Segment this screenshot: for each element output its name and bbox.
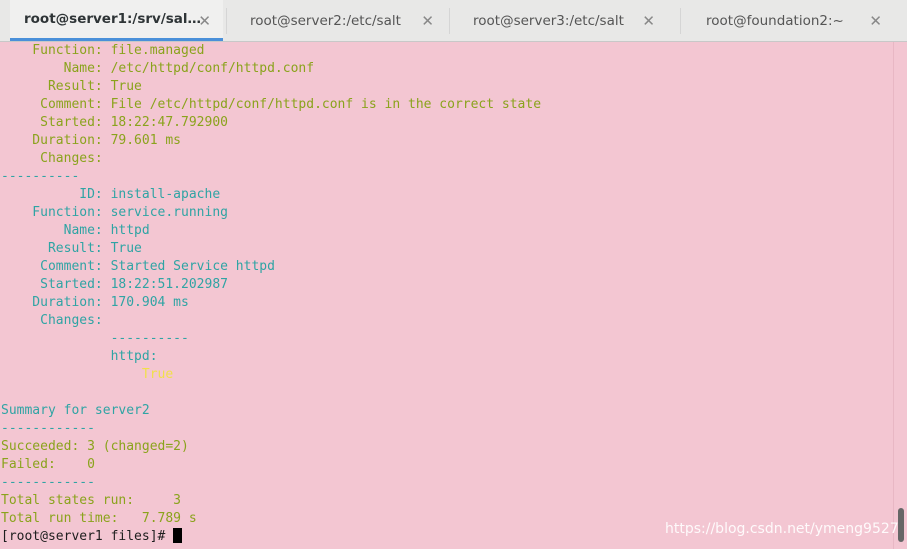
output-line: Name: /etc/httpd/conf/httpd.conf bbox=[1, 61, 315, 76]
close-icon[interactable]: ✕ bbox=[869, 12, 882, 30]
tab-title: root@server3:/etc/salt bbox=[473, 12, 624, 29]
output-line: Changes: bbox=[1, 313, 127, 328]
tab-separator bbox=[449, 8, 450, 34]
tab-title: root@foundation2:~ bbox=[706, 12, 844, 29]
tab-title: root@server2:/etc/salt bbox=[250, 12, 401, 29]
output-line: ---------- bbox=[1, 331, 189, 346]
text-cursor bbox=[173, 528, 183, 543]
output-line: Succeeded: 3 (changed=2) bbox=[1, 439, 189, 454]
tab-separator bbox=[680, 8, 681, 34]
output-line: Total states run: 3 bbox=[1, 493, 182, 508]
output-line: Started: 18:22:47.792900 bbox=[1, 115, 228, 130]
shell-prompt[interactable]: [root@server1 files]# bbox=[1, 528, 183, 546]
tab-server2[interactable]: root@server2:/etc/salt ✕ bbox=[236, 0, 446, 41]
tab-server3[interactable]: root@server3:/etc/salt ✕ bbox=[459, 0, 667, 41]
output-line: Duration: 170.904 ms bbox=[1, 295, 189, 310]
output-line: Comment: Started Service httpd bbox=[1, 259, 275, 274]
output-line: ------------ bbox=[1, 475, 95, 490]
output-line: Changes: bbox=[1, 151, 127, 166]
tab-foundation2[interactable]: root@foundation2:~ ✕ bbox=[692, 0, 894, 41]
output-line: Result: True bbox=[1, 79, 142, 94]
close-icon[interactable]: ✕ bbox=[421, 12, 434, 30]
close-icon[interactable]: ✕ bbox=[198, 12, 211, 30]
output-line: httpd: bbox=[1, 349, 158, 364]
output-line: Total run time: 7.789 s bbox=[1, 511, 197, 526]
output-line: Function: service.running bbox=[1, 205, 228, 220]
output-line: Failed: 0 bbox=[1, 457, 95, 472]
close-icon[interactable]: ✕ bbox=[642, 12, 655, 30]
output-line: Started: 18:22:51.202987 bbox=[1, 277, 228, 292]
prompt-text: [root@server1 files]# bbox=[1, 529, 174, 544]
terminal-output[interactable]: Function: file.managed Name: /etc/httpd/… bbox=[0, 42, 893, 549]
output-line: Duration: 79.601 ms bbox=[1, 133, 182, 148]
tab-separator bbox=[226, 8, 227, 34]
output-line: Function: file.managed bbox=[1, 43, 205, 58]
vertical-scrollbar[interactable] bbox=[893, 42, 907, 549]
scrollbar-thumb[interactable] bbox=[898, 508, 904, 542]
tab-server1[interactable]: root@server1:/srv/sal… ✕ bbox=[10, 0, 223, 41]
output-line: ---------- bbox=[1, 169, 80, 184]
output-line: Comment: File /etc/httpd/conf/httpd.conf… bbox=[1, 97, 542, 112]
tab-bar: root@server1:/srv/sal… ✕ root@server2:/e… bbox=[0, 0, 907, 42]
output-line: True bbox=[1, 367, 174, 382]
output-line: ID: install-apache bbox=[1, 187, 221, 202]
output-line: Name: httpd bbox=[1, 223, 150, 238]
output-line: Result: True bbox=[1, 241, 142, 256]
output-line: ------------ bbox=[1, 421, 95, 436]
watermark: https://blog.csdn.net/ymeng9527 bbox=[665, 521, 899, 537]
tab-title: root@server1:/srv/sal… bbox=[24, 11, 202, 27]
output-line: Summary for server2 bbox=[1, 403, 150, 418]
